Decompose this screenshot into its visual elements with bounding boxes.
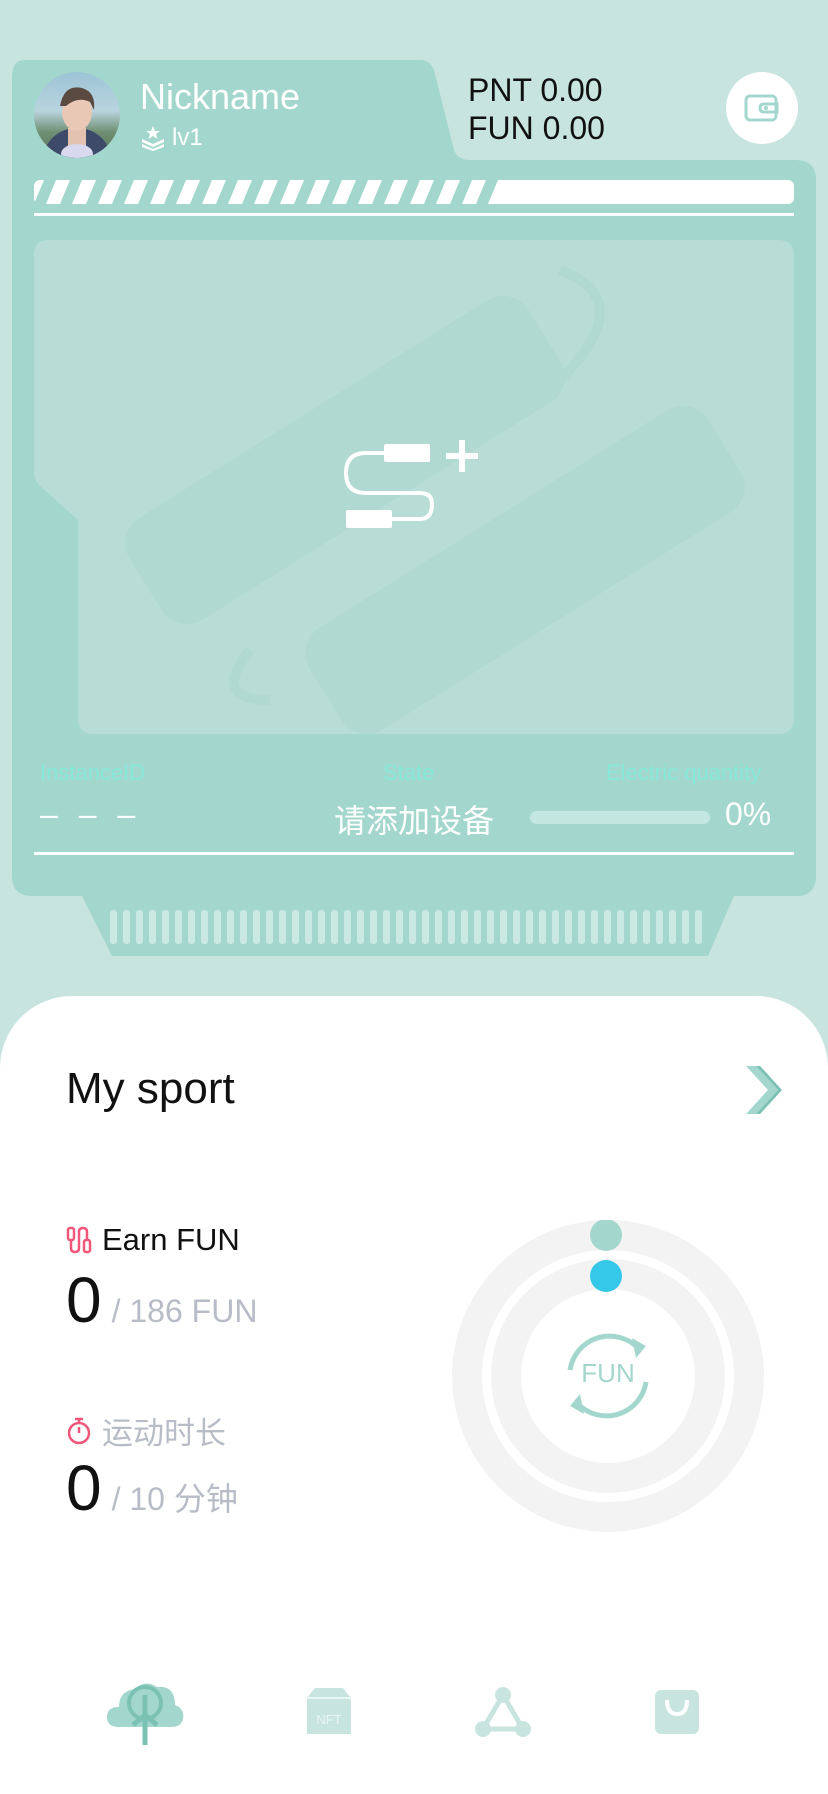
connector-tooth <box>357 910 364 944</box>
connector-tooth <box>305 910 312 944</box>
connector-tooth <box>136 910 143 944</box>
connector-tooth <box>435 910 442 944</box>
outer-ring-progress-dot <box>590 1219 622 1251</box>
connector-tooth <box>344 910 351 944</box>
connector-tooth <box>409 910 416 944</box>
ring-center-text: FUN <box>581 1358 635 1388</box>
connector-tooth <box>526 910 533 944</box>
connector-tooth <box>513 910 520 944</box>
connector-tooth <box>227 910 234 944</box>
connector-tooth <box>643 910 650 944</box>
connector-tooth <box>448 910 455 944</box>
connector-tooth <box>539 910 546 944</box>
jump-rope-add-icon <box>343 440 478 528</box>
connector-tooth <box>682 910 689 944</box>
earn-fun-label-row: Earn FUN <box>66 1222 240 1258</box>
tab-sport[interactable] <box>100 1672 190 1752</box>
inner-ring-progress-dot <box>590 1260 622 1292</box>
pnt-balance: PNT 0.00 <box>468 72 603 108</box>
connector-tooth <box>474 910 481 944</box>
connector-tooth <box>500 910 507 944</box>
connector-tooth <box>292 910 299 944</box>
svg-text:NFT: NFT <box>316 1712 341 1727</box>
connector-tooth <box>617 910 624 944</box>
connector-tooth <box>253 910 260 944</box>
duration-goal: / 10 分钟 <box>111 1481 238 1517</box>
network-triangle-icon <box>475 1687 531 1737</box>
divider-top <box>34 213 794 216</box>
connector-tooth <box>266 910 273 944</box>
wallet-icon <box>744 94 779 122</box>
instance-id-value: – – – <box>40 796 142 832</box>
wallet-button[interactable] <box>726 72 798 144</box>
level-row: lv1 <box>140 124 203 152</box>
my-sport-more-button[interactable] <box>740 1062 790 1118</box>
level-badge-icon <box>142 126 164 151</box>
earn-fun-value: 0 <box>66 1264 102 1336</box>
battery-bar <box>530 811 710 824</box>
earn-fun-label: Earn FUN <box>102 1222 240 1257</box>
state-value: 请添加设备 <box>334 803 495 839</box>
connector-tooth <box>656 910 663 944</box>
connector-tooth <box>487 910 494 944</box>
connector-tooth <box>331 910 338 944</box>
connector-tooth <box>214 910 221 944</box>
connector-tooth <box>578 910 585 944</box>
avatar[interactable] <box>34 72 120 158</box>
duration-label: 运动时长 <box>102 1416 226 1451</box>
connector-tooth <box>383 910 390 944</box>
connector-tooth <box>565 910 572 944</box>
tab-shop[interactable] <box>632 1672 722 1752</box>
connector-tooth <box>149 910 156 944</box>
connector-tooth <box>175 910 182 944</box>
divider-bottom <box>34 852 794 855</box>
jump-rope-icon <box>66 1226 92 1254</box>
connector-tooth <box>630 910 637 944</box>
connector-tooth <box>279 910 286 944</box>
connector-tooth <box>240 910 247 944</box>
connector-tooth <box>552 910 559 944</box>
shopping-bag-icon <box>655 1690 699 1734</box>
electric-quantity-value: 0% <box>725 796 772 832</box>
stopwatch-icon <box>67 1417 91 1444</box>
connector-tooth <box>110 910 117 944</box>
add-device-button[interactable] <box>340 436 486 536</box>
fun-balance: FUN 0.00 <box>468 110 605 146</box>
connector-tooth <box>461 910 468 944</box>
sport-tree-icon <box>107 1683 184 1745</box>
duration-label-row: 运动时长 <box>66 1408 226 1453</box>
electric-quantity-label: Electric quantity <box>606 760 762 785</box>
instance-id-label: InstanceID <box>40 760 146 785</box>
connector-tooth <box>188 910 195 944</box>
chevron-right-icon <box>746 1066 782 1114</box>
sport-progress-rings: FUN <box>452 1219 764 1532</box>
earn-fun-progress: 0 / 186 FUN <box>66 1268 257 1332</box>
nickname: Nickname <box>140 76 301 117</box>
my-sport-title: My sport <box>66 1064 235 1113</box>
earn-fun-goal: / 186 FUN <box>111 1293 258 1329</box>
connector-tooth <box>396 910 403 944</box>
connector-tooth <box>695 910 702 944</box>
connector-tooth <box>604 910 611 944</box>
connector-tooth <box>669 910 676 944</box>
connector-tooth <box>162 910 169 944</box>
tab-nft[interactable]: NFT <box>284 1672 374 1752</box>
nft-box-icon: NFT <box>307 1688 351 1734</box>
state-label: State <box>383 760 435 785</box>
connector-tooth <box>591 910 598 944</box>
tab-network[interactable] <box>458 1672 548 1752</box>
connector-tooth <box>370 910 377 944</box>
connector-tooth <box>318 910 325 944</box>
connector-tooth <box>123 910 130 944</box>
level-text: lv1 <box>172 124 203 151</box>
connector-tooth <box>422 910 429 944</box>
duration-value: 0 <box>66 1452 102 1524</box>
duration-progress: 0 / 10 分钟 <box>66 1456 238 1520</box>
connector-tooth <box>201 910 208 944</box>
